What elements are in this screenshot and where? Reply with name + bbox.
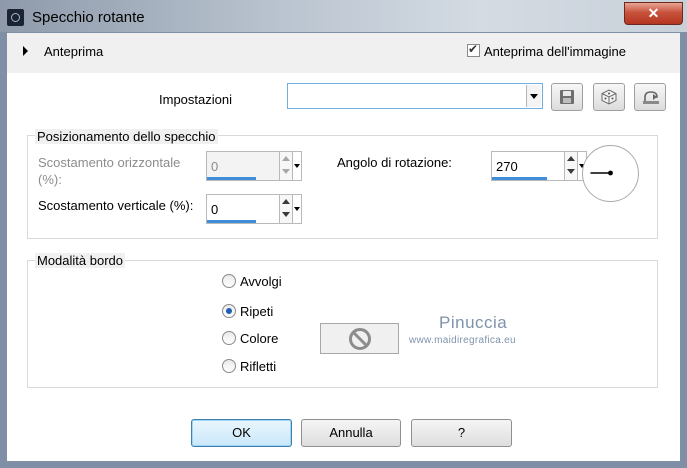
window-title: Specchio rotante bbox=[32, 9, 145, 26]
rotation-angle-spinner[interactable]: 270 bbox=[491, 151, 589, 185]
chevron-down-icon[interactable] bbox=[293, 194, 302, 224]
settings-label: Impostazioni bbox=[159, 92, 232, 107]
title-bar[interactable]: Specchio rotante ✕ bbox=[0, 0, 687, 32]
dialog-body: Anteprima Anteprima dell'immagine Impost… bbox=[7, 33, 680, 461]
watermark-url: www.maidiregrafica.eu bbox=[409, 335, 516, 346]
horizontal-offset-slider[interactable] bbox=[207, 177, 256, 180]
dialog-window: Specchio rotante ✕ Anteprima Anteprima d… bbox=[0, 0, 687, 468]
dial-needle-icon bbox=[590, 170, 613, 176]
down-arrow-icon[interactable] bbox=[282, 169, 290, 174]
preview-toggle-label[interactable]: Anteprima bbox=[44, 44, 103, 59]
edge-color-swatch[interactable] bbox=[320, 323, 399, 354]
radio-rifletti-label[interactable]: Rifletti bbox=[240, 358, 276, 375]
save-preset-icon bbox=[560, 90, 574, 104]
triangle-right-icon[interactable] bbox=[23, 46, 28, 56]
reset-button[interactable] bbox=[634, 83, 666, 111]
reset-icon bbox=[643, 91, 659, 104]
radio-avvolgi[interactable] bbox=[222, 274, 236, 288]
up-arrow-icon[interactable] bbox=[282, 156, 290, 161]
rotation-angle-stepper[interactable] bbox=[565, 151, 578, 181]
app-camera-icon bbox=[7, 9, 24, 26]
radio-ripeti-label[interactable]: Ripeti bbox=[240, 303, 273, 320]
vertical-offset-spinner[interactable]: 0 bbox=[206, 194, 304, 228]
preview-bar: Anteprima Anteprima dell'immagine bbox=[7, 33, 680, 73]
radio-ripeti[interactable] bbox=[222, 304, 236, 318]
image-preview-label[interactable]: Anteprima dell'immagine bbox=[484, 44, 626, 59]
rotation-dial[interactable] bbox=[582, 145, 639, 202]
radio-colore-label[interactable]: Colore bbox=[240, 330, 278, 347]
horizontal-offset-label: Scostamento orizzontale (%): bbox=[38, 155, 181, 187]
no-color-icon bbox=[349, 328, 371, 350]
randomize-button[interactable] bbox=[593, 83, 625, 111]
close-button[interactable]: ✕ bbox=[624, 2, 683, 25]
save-preset-button[interactable] bbox=[551, 83, 583, 111]
preset-dropdown[interactable] bbox=[287, 83, 543, 109]
ok-button[interactable]: OK bbox=[191, 419, 292, 447]
horizontal-offset-spinner[interactable]: 0 bbox=[206, 151, 304, 185]
vertical-offset-slider[interactable] bbox=[207, 220, 256, 223]
watermark-name: Pinuccia bbox=[439, 313, 508, 332]
horizontal-offset-stepper[interactable] bbox=[280, 151, 293, 181]
cancel-button[interactable]: Annulla bbox=[301, 419, 401, 447]
edge-mode-title: Modalità bordo bbox=[35, 253, 125, 268]
rotation-angle-slider[interactable] bbox=[492, 177, 547, 180]
mirror-position-title: Posizionamento dello specchio bbox=[35, 129, 218, 144]
down-arrow-icon[interactable] bbox=[567, 169, 575, 174]
radio-avvolgi-label[interactable]: Avvolgi bbox=[240, 273, 282, 290]
image-preview-checkbox[interactable] bbox=[467, 42, 480, 57]
chevron-down-icon[interactable] bbox=[293, 151, 302, 181]
rotation-angle-label: Angolo di rotazione: bbox=[337, 155, 452, 170]
radio-colore[interactable] bbox=[222, 331, 236, 345]
up-arrow-icon[interactable] bbox=[567, 156, 575, 161]
radio-rifletti[interactable] bbox=[222, 359, 236, 373]
up-arrow-icon[interactable] bbox=[282, 199, 290, 204]
vertical-offset-label: Scostamento verticale (%): bbox=[38, 198, 194, 213]
vertical-offset-stepper[interactable] bbox=[280, 194, 293, 224]
chevron-down-icon[interactable] bbox=[526, 85, 541, 107]
randomize-icon bbox=[601, 89, 617, 105]
down-arrow-icon[interactable] bbox=[282, 212, 290, 217]
help-button[interactable]: ? bbox=[411, 419, 512, 447]
